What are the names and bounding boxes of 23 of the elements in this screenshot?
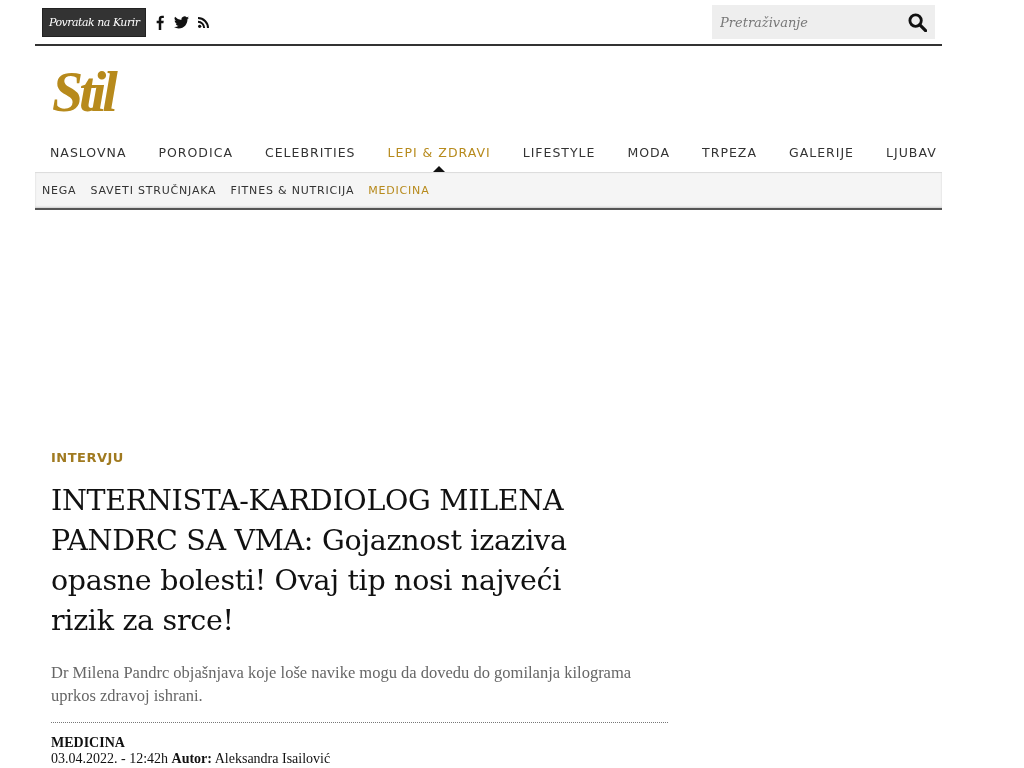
subnav-link[interactable]: SAVETI STRUČNJAKA — [90, 184, 217, 197]
rss-icon[interactable] — [198, 16, 210, 28]
nav-tab[interactable]: NASLOVNA — [50, 144, 127, 172]
article-lead: Dr Milena Pandrc objašnjava koje loše navike mogu da dovedu do gomilanja kilograma uprkos zdravoj ishrani. — [51, 662, 633, 707]
article-headline: INTERNISTA-KARDIOLOG MILENA PANDRC SA VMA: Gojaznost izaziva opasne bolesti! Ovaj tip nosi najveći rizik za srce! — [51, 483, 568, 639]
nav-tab[interactable]: MODA — [627, 144, 671, 172]
nav-tab[interactable]: PORODICA — [158, 144, 233, 172]
subnav-link[interactable]: NEGA — [42, 184, 77, 197]
nav-tab[interactable]: TRPEZA — [702, 144, 757, 172]
search-button[interactable] — [908, 5, 935, 39]
category-label[interactable]: INTERVJU — [51, 450, 124, 465]
article-meta: 03.04.2022. - 12:42h Autor: Aleksandra Isailović — [51, 751, 332, 767]
search-icon[interactable] — [908, 12, 927, 32]
nav-tab[interactable]: LJUBAV — [886, 144, 937, 172]
twitter-icon[interactable] — [174, 15, 190, 29]
section-label[interactable]: MEDICINA — [51, 735, 125, 751]
subnav-link[interactable]: FITNES & NUTRICIJA — [230, 184, 355, 197]
back-link[interactable]: Povratak na Kurir — [42, 7, 147, 37]
search-field[interactable]: Pretraživanje — [712, 5, 908, 39]
facebook-icon[interactable] — [155, 14, 166, 30]
nav-tab[interactable]: CELEBRITIES — [264, 144, 356, 172]
nav-tab[interactable]: GALERIJE — [788, 144, 854, 172]
nav-tab[interactable]: LIFESTYLE — [522, 144, 596, 172]
